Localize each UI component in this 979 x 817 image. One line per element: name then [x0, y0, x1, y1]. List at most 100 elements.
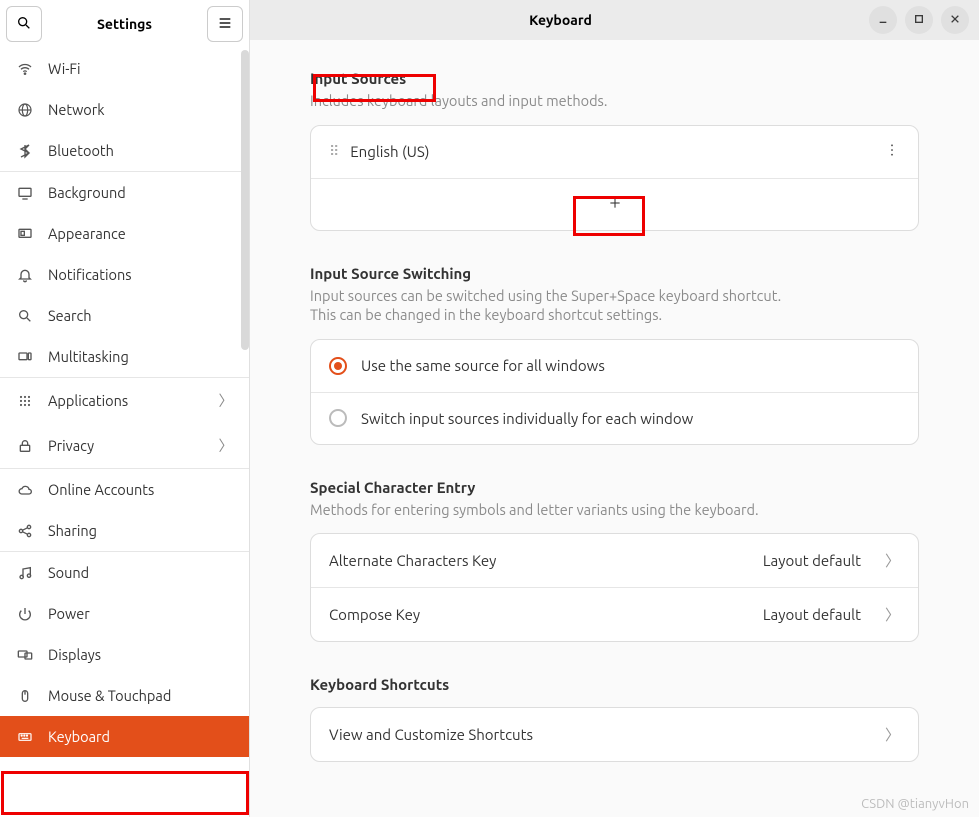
sidebar-item-multitasking[interactable]: Multitasking [0, 336, 249, 377]
wifi-icon [16, 61, 34, 77]
power-icon [16, 606, 34, 622]
maximize-button[interactable] [905, 6, 933, 34]
section-title: Special Character Entry [310, 479, 919, 496]
kebab-icon [884, 144, 900, 161]
input-sources-card: ⠿ English (US) [310, 125, 919, 231]
main-panel: Keyboard Input Sources Includes keyboard… [250, 0, 979, 817]
section-title: Input Sources [310, 70, 919, 87]
minimize-button[interactable] [869, 6, 897, 34]
sidebar-item-label: Bluetooth [48, 142, 114, 159]
row-label: Alternate Characters Key [329, 552, 496, 569]
row-label: View and Customize Shortcuts [329, 726, 533, 743]
lock-icon [16, 438, 34, 454]
row-value: Layout default [763, 606, 861, 623]
chevron-right-icon: 〉 [219, 435, 234, 456]
sidebar-item-mouse-touchpad[interactable]: Mouse & Touchpad [0, 675, 249, 716]
chevron-right-icon: 〉 [885, 550, 900, 571]
alt-chars-key-row[interactable]: Alternate Characters Key Layout default … [311, 534, 918, 587]
bluetooth-icon [16, 143, 34, 159]
sidebar-item-label: Keyboard [48, 728, 110, 745]
sidebar-header: Settings [0, 0, 249, 48]
more-options-button[interactable] [884, 142, 900, 161]
section-title: Input Source Switching [310, 265, 919, 282]
main-header: Keyboard [250, 0, 979, 40]
multitask-icon [16, 349, 34, 365]
sidebar-item-label: Notifications [48, 266, 132, 283]
drag-handle-icon[interactable]: ⠿ [329, 143, 336, 160]
section-desc: Includes keyboard layouts and input meth… [310, 91, 919, 111]
sidebar-item-sharing[interactable]: Sharing [0, 510, 249, 551]
maximize-icon [911, 11, 927, 30]
sidebar-item-bluetooth[interactable]: Bluetooth [0, 130, 249, 171]
cloud-icon [16, 482, 34, 498]
compose-key-row[interactable]: Compose Key Layout default 〉 [311, 587, 918, 641]
switching-card: Use the same source for all windows Swit… [310, 339, 919, 445]
search-button[interactable] [6, 6, 42, 42]
sidebar-item-network[interactable]: Network [0, 89, 249, 130]
section-switching: Input Source Switching Input sources can… [310, 265, 919, 445]
watermark: CSDN @tianyvHon [861, 797, 969, 811]
section-desc: Input sources can be switched using the … [310, 286, 919, 325]
close-icon [947, 11, 963, 30]
close-button[interactable] [941, 6, 969, 34]
add-input-source-button[interactable] [311, 178, 918, 230]
sidebar-item-label: Applications [48, 392, 128, 409]
radio-label: Switch input sources individually for ea… [361, 410, 693, 427]
sidebar-item-label: Power [48, 605, 90, 622]
input-source-row[interactable]: ⠿ English (US) [311, 126, 918, 178]
sidebar-item-label: Wi-Fi [48, 60, 81, 77]
music-icon [16, 565, 34, 581]
sidebar-item-background[interactable]: Background [0, 171, 249, 213]
section-title: Keyboard Shortcuts [310, 676, 919, 693]
row-label: Compose Key [329, 606, 420, 623]
globe-icon [16, 102, 34, 118]
appearance-icon [16, 226, 34, 242]
sidebar-item-power[interactable]: Power [0, 593, 249, 634]
monitor-icon [16, 185, 34, 201]
sidebar-item-label: Background [48, 184, 126, 201]
sidebar-list[interactable]: Wi-Fi Network Bluetooth Background Appearanc… [0, 48, 249, 817]
sidebar-title: Settings [50, 16, 199, 32]
sidebar-item-wi-fi[interactable]: Wi-Fi [0, 48, 249, 89]
chevron-right-icon: 〉 [885, 724, 900, 745]
shortcuts-card: View and Customize Shortcuts 〉 [310, 707, 919, 762]
sidebar-item-label: Multitasking [48, 348, 129, 365]
chevron-right-icon: 〉 [885, 604, 900, 625]
minimize-icon [875, 11, 891, 30]
sidebar-item-notifications[interactable]: Notifications [0, 254, 249, 295]
section-shortcuts: Keyboard Shortcuts View and Customize Sh… [310, 676, 919, 762]
view-shortcuts-row[interactable]: View and Customize Shortcuts 〉 [311, 708, 918, 761]
search-icon [16, 308, 34, 324]
scrollbar-icon[interactable] [241, 50, 249, 350]
sidebar-item-label: Search [48, 307, 92, 324]
section-input-sources: Input Sources Includes keyboard layouts … [310, 70, 919, 231]
sidebar-item-privacy[interactable]: Privacy 〉 [0, 423, 249, 468]
sidebar-item-applications[interactable]: Applications〉 [0, 377, 249, 423]
radio-per-window[interactable]: Switch input sources individually for ea… [311, 392, 918, 444]
sidebar: Settings Wi-Fi Network Bluetooth Background… [0, 0, 250, 817]
search-icon [16, 15, 32, 34]
mouse-icon [16, 688, 34, 704]
sidebar-item-search[interactable]: Search [0, 295, 249, 336]
sidebar-item-label: Sound [48, 564, 89, 581]
input-source-label: English (US) [350, 143, 429, 160]
radio-icon [329, 409, 347, 427]
sidebar-item-sound[interactable]: Sound [0, 551, 249, 593]
radio-same-source[interactable]: Use the same source for all windows [311, 340, 918, 392]
content-area: Input Sources Includes keyboard layouts … [250, 40, 979, 817]
sidebar-item-label: Privacy [48, 437, 94, 454]
keyboard-icon [16, 729, 34, 745]
share-icon [16, 523, 34, 539]
sidebar-item-displays[interactable]: Displays [0, 634, 249, 675]
sidebar-item-keyboard[interactable]: Keyboard [0, 716, 249, 757]
plus-icon [607, 195, 623, 214]
sidebar-item-appearance[interactable]: Appearance [0, 213, 249, 254]
hamburger-button[interactable] [207, 6, 243, 42]
sidebar-item-label: Mouse & Touchpad [48, 687, 171, 704]
bell-icon [16, 267, 34, 283]
radio-label: Use the same source for all windows [361, 357, 605, 374]
radio-icon [329, 357, 347, 375]
sidebar-item-online-accounts[interactable]: Online Accounts [0, 468, 249, 510]
hamburger-icon [217, 15, 233, 34]
displays-icon [16, 647, 34, 663]
